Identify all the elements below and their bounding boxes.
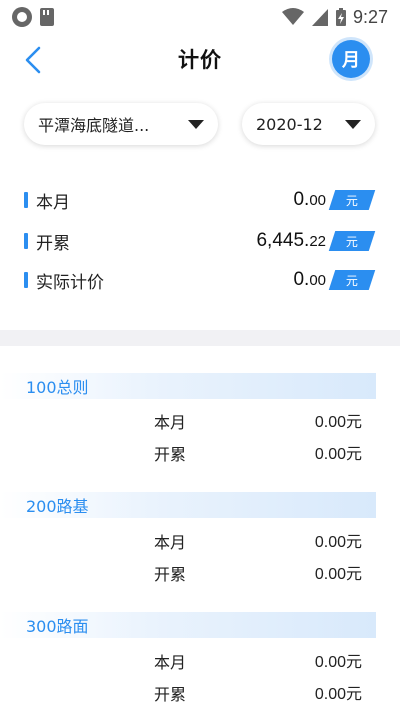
item-label: 开累 — [154, 565, 187, 584]
sd-card-icon — [40, 8, 54, 26]
item-value: 0.00元 — [314, 446, 362, 463]
summary-row-cumulative: 开累 6,445.22 元 — [24, 228, 376, 254]
item-value: 0.00元 — [314, 654, 362, 671]
caret-down-icon — [345, 119, 361, 129]
item-label: 开累 — [154, 685, 187, 704]
row-marker — [24, 192, 28, 208]
summary-value: 0.00 — [293, 269, 326, 290]
summary-label: 实际计价 — [36, 272, 104, 293]
project-select-value: 平潭海底隧道... — [38, 116, 150, 135]
battery-charging-icon — [335, 8, 346, 26]
date-select[interactable]: 2020-12 — [242, 103, 375, 145]
list-item: 开累 0.00元 — [0, 442, 400, 468]
item-value: 0.00元 — [314, 686, 362, 703]
summary-label: 本月 — [36, 192, 70, 213]
summary-label: 开累 — [36, 233, 70, 254]
summary-value: 0.00 — [293, 189, 326, 210]
item-value: 0.00元 — [314, 534, 362, 551]
unit-badge: 元 — [328, 190, 376, 210]
app-header: 计价 月 — [0, 38, 400, 82]
summary-row-month: 本月 0.00 元 — [24, 187, 376, 213]
unit-badge: 元 — [328, 231, 376, 251]
item-value: 0.00元 — [314, 566, 362, 583]
unit-badge: 元 — [328, 270, 376, 290]
section-title[interactable]: 200路基 — [0, 492, 376, 518]
date-select-value: 2020-12 — [256, 114, 323, 134]
list-item: 本月 0.00元 — [0, 410, 400, 436]
wifi-icon — [281, 8, 304, 25]
list-item: 本月 0.00元 — [0, 650, 400, 676]
signal-icon — [311, 9, 328, 26]
summary-row-actual: 实际计价 0.00 元 — [24, 267, 376, 293]
item-label: 本月 — [154, 533, 187, 552]
item-label: 开累 — [154, 445, 187, 464]
clock: 9:27 — [352, 6, 388, 27]
status-bar: 9:27 — [0, 0, 400, 34]
list-item: 本月 0.00元 — [0, 530, 400, 556]
item-label: 本月 — [154, 653, 187, 672]
section-divider — [0, 330, 400, 346]
item-label: 本月 — [154, 413, 187, 432]
list-item: 开累 0.00元 — [0, 682, 400, 708]
section-title[interactable]: 300路面 — [0, 612, 376, 638]
row-marker — [24, 272, 28, 288]
section-title[interactable]: 100总则 — [0, 373, 376, 399]
list-item: 开累 0.00元 — [0, 562, 400, 588]
month-toggle-button[interactable]: 月 — [332, 40, 370, 78]
item-value: 0.00元 — [314, 414, 362, 431]
caret-down-icon — [188, 119, 204, 129]
summary-value: 6,445.22 — [256, 230, 326, 251]
circle-notification-icon — [12, 7, 32, 27]
row-marker — [24, 233, 28, 249]
project-select[interactable]: 平潭海底隧道... — [24, 103, 218, 145]
